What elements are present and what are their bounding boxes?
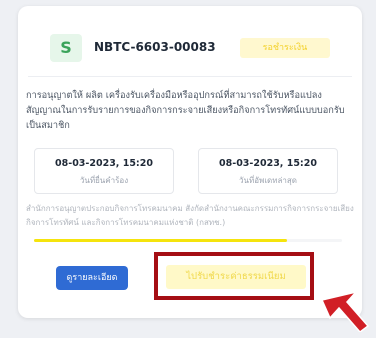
avatar: S <box>50 34 82 62</box>
submitted-date-value: 08-03-2023, 15:20 <box>55 158 153 169</box>
view-details-button[interactable]: ดูรายละเอียด <box>56 266 128 290</box>
progress-bar <box>34 239 342 242</box>
updated-date-value: 08-03-2023, 15:20 <box>219 158 317 169</box>
submitted-date-box: 08-03-2023, 15:20 วันที่ยื่นคำร้อง <box>34 148 174 194</box>
progress-bar-fill <box>34 239 287 242</box>
card-header: S NBTC-6603-00083 รอชำระเงิน <box>36 30 344 66</box>
application-description: การอนุญาตให้ ผลิต เครื่องรับเครื่องมือหร… <box>26 90 345 131</box>
header-divider <box>28 76 352 77</box>
updated-date-label: วันที่อัพเดทล่าสุด <box>239 176 297 185</box>
cursor-arrow-icon <box>320 290 370 332</box>
document-id: NBTC-6603-00083 <box>94 40 216 54</box>
submitted-date-label: วันที่ยื่นคำร้อง <box>79 176 129 185</box>
pay-fee-button[interactable]: ไปรับชำระค่าธรรมเนียม <box>166 265 306 289</box>
agency-name: สำนักการอนุญาตประกอบกิจการโทรคมนาคม สังก… <box>26 204 354 227</box>
status-badge: รอชำระเงิน <box>240 38 330 58</box>
updated-date-box: 08-03-2023, 15:20 วันที่อัพเดทล่าสุด <box>198 148 338 194</box>
